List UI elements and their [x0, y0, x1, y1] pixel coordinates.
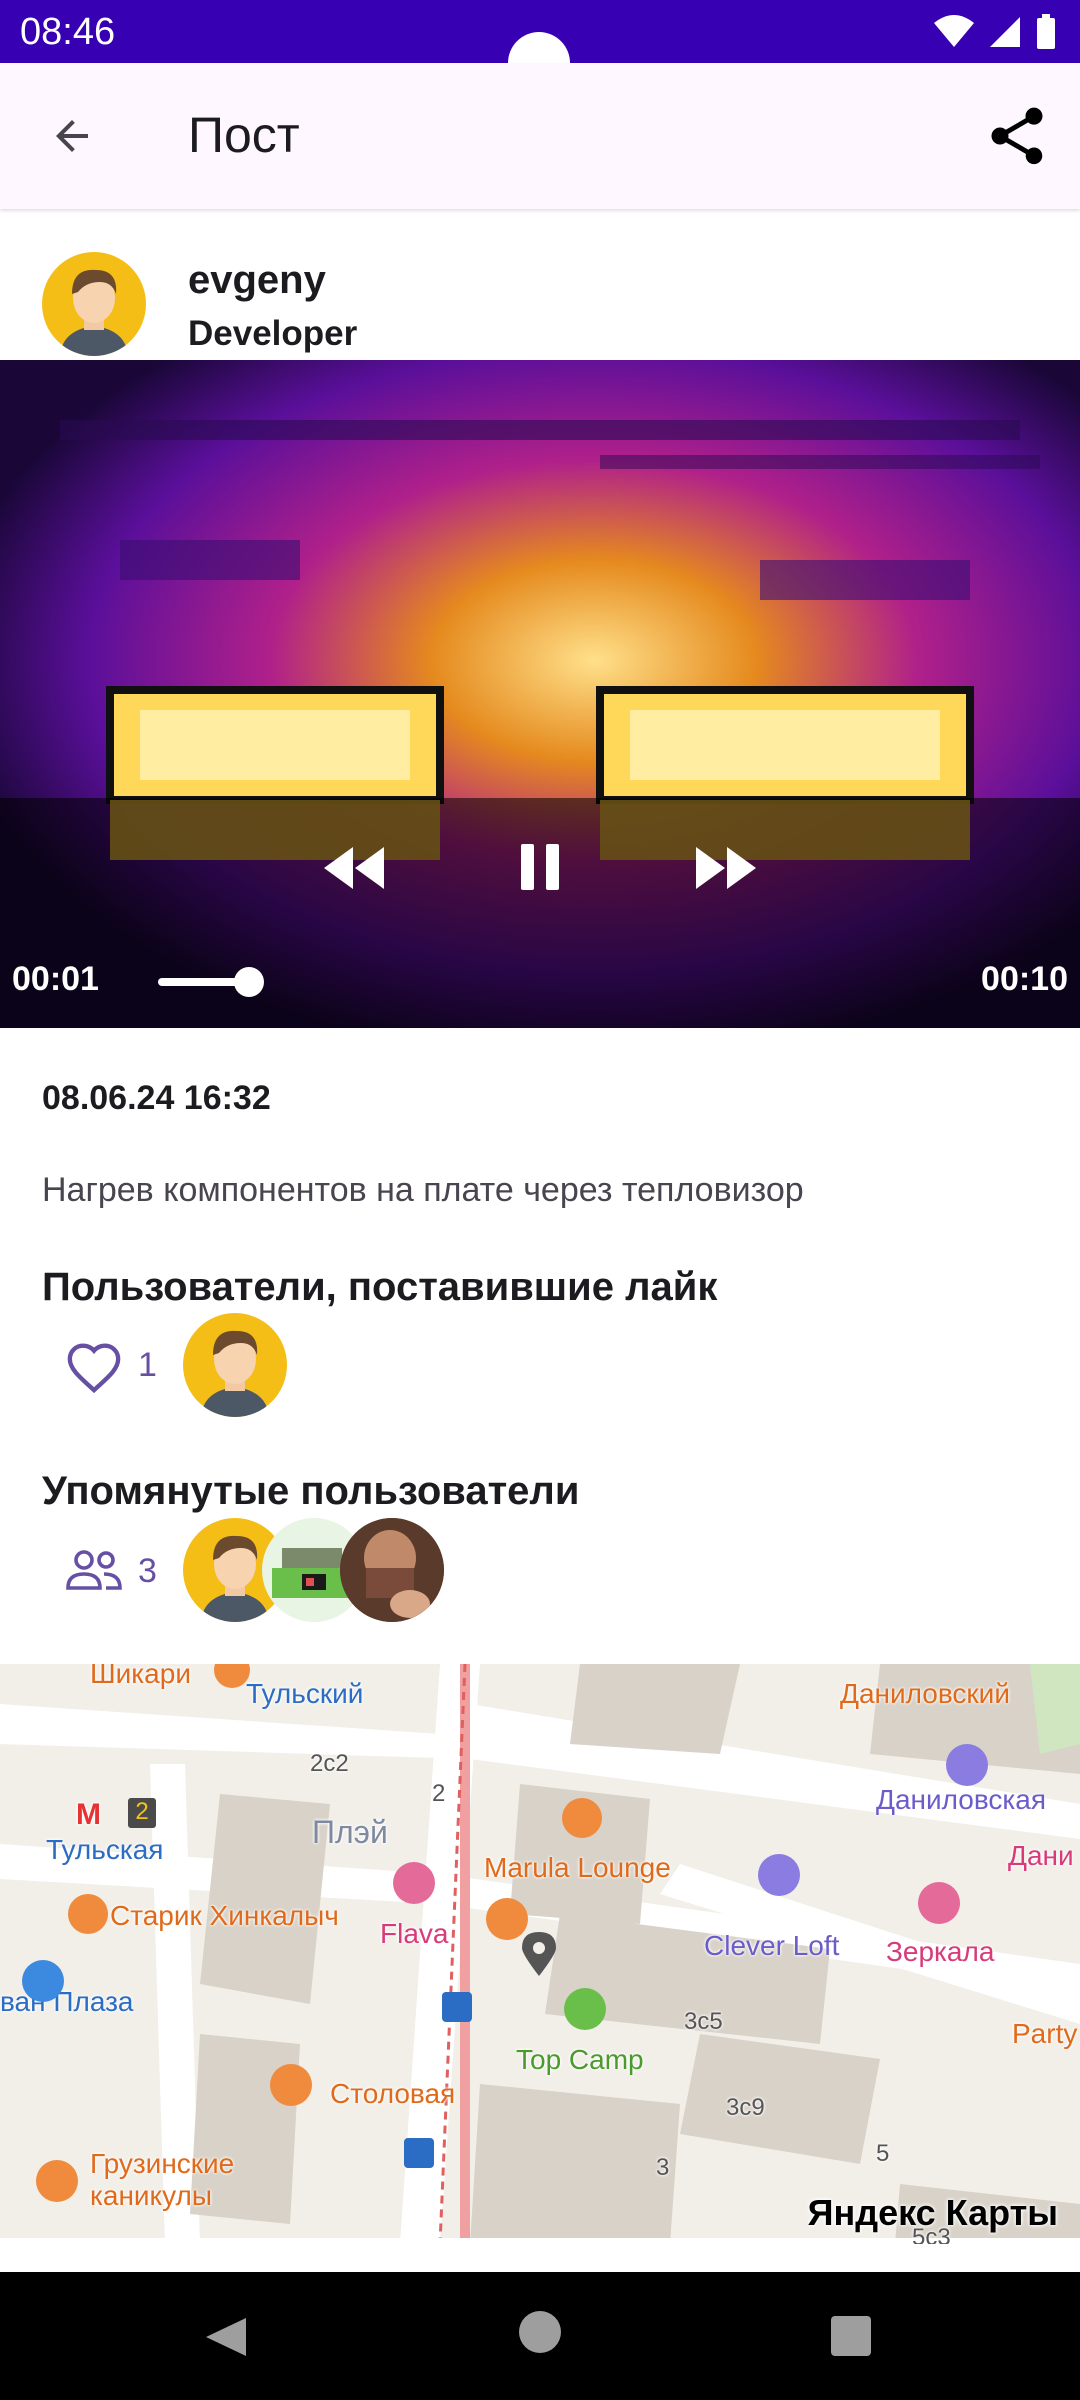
map-label: Столовая [330, 2078, 456, 2109]
battery-icon [1037, 14, 1055, 49]
pause-icon [521, 844, 559, 890]
map-label: Top Camp [516, 2044, 644, 2075]
page-title: Пост [188, 107, 300, 163]
share-icon [991, 107, 1043, 165]
fast-forward-icon [696, 847, 756, 889]
nav-recents-icon[interactable] [831, 2316, 871, 2356]
pause-button[interactable] [505, 830, 575, 904]
map-label: ван Плаза [0, 1986, 134, 2017]
share-button[interactable] [980, 99, 1054, 173]
avatar-warrior-icon [340, 1518, 444, 1622]
map-label: 3с9 [726, 2094, 765, 2121]
hotel-pin-icon[interactable] [946, 1744, 988, 1786]
map-label: 3 [656, 2154, 670, 2181]
status-time: 08:46 [20, 11, 116, 53]
seek-bar[interactable] [158, 967, 268, 997]
map-label: Flava [380, 1918, 449, 1949]
location-pin-icon [522, 1932, 556, 1976]
map-label: 2 [432, 1780, 446, 1807]
video-player[interactable]: 00:01 00:10 [0, 360, 1080, 1028]
mentioned-heading: Упомянутые пользователи [42, 1469, 580, 1513]
map-label: Дани [1008, 1840, 1074, 1871]
metro-line-badge: 2 [128, 1798, 156, 1828]
map-label: Зеркала [886, 1936, 995, 1967]
nav-home-icon[interactable] [519, 2311, 561, 2353]
map-label: 5 [876, 2140, 890, 2167]
author-name: evgeny [188, 258, 326, 302]
wifi-icon [934, 15, 974, 47]
mentioned-users-icon-wrap[interactable] [62, 1540, 126, 1600]
map-view[interactable]: Шикари Тульский Даниловский 2с2 2 М 2 Ту… [0, 1664, 1080, 2244]
location-pin-icon[interactable] [522, 1932, 556, 1976]
map-label: каникулы [90, 2180, 212, 2211]
author-avatar [42, 252, 146, 356]
avatar-man-icon [201, 1330, 269, 1417]
place-pin-icon[interactable] [758, 1854, 800, 1896]
transport-stop-icon[interactable] [404, 2138, 434, 2168]
map-label: Тульский [246, 1678, 364, 1709]
mentioned-avatar[interactable] [340, 1518, 444, 1622]
cafe-pin-icon[interactable] [270, 2064, 312, 2106]
avatar-man-icon [60, 269, 128, 356]
map-label: Даниловская [876, 1784, 1047, 1815]
like-button[interactable] [62, 1336, 126, 1396]
liker-avatar[interactable] [183, 1313, 287, 1417]
mentioned-count: 3 [138, 1552, 157, 1590]
status-icons [934, 12, 1056, 52]
metro-icon: М [76, 1798, 101, 1831]
likers-heading: Пользователи, поставившие лайк [42, 1265, 718, 1309]
video-position: 00:01 [12, 960, 99, 998]
map-label: 3с5 [684, 2008, 723, 2035]
beauty-pin-icon[interactable] [918, 1882, 960, 1924]
signal-icon [990, 17, 1020, 47]
top-app-bar: Пост [0, 63, 1080, 209]
beauty-pin-icon[interactable] [393, 1862, 435, 1904]
shop-pin-icon[interactable] [22, 1960, 64, 2002]
sport-pin-icon[interactable] [564, 1988, 606, 2030]
map-label: Party [1012, 2018, 1078, 2049]
map-label: Старик Хинкалыч [110, 1900, 339, 1931]
people-outline-icon [66, 1550, 122, 1590]
post-date: 08.06.24 16:32 [42, 1079, 271, 1117]
bar-pin-icon[interactable] [562, 1798, 602, 1838]
fast-forward-button[interactable] [692, 838, 762, 898]
restaurant-pin-icon[interactable] [36, 2160, 78, 2202]
map-label: Marula Lounge [484, 1852, 671, 1883]
map-label: Даниловский [840, 1678, 1010, 1709]
rewind-button[interactable] [318, 838, 388, 898]
nav-back-icon[interactable] [200, 2316, 250, 2358]
seek-bar-thumb[interactable] [234, 967, 264, 997]
map-label: Плэй [312, 1814, 388, 1850]
map-logo: Яндекс Карты [807, 2192, 1058, 2233]
arrow-back-icon [56, 120, 88, 152]
rewind-icon [324, 847, 384, 889]
map-label: 2с2 [310, 1750, 349, 1777]
back-button[interactable] [36, 100, 108, 172]
map-label: Clever Loft [704, 1930, 840, 1961]
transport-stop-icon[interactable] [442, 1992, 472, 2022]
author-job: Developer [188, 314, 358, 353]
video-duration: 00:10 [981, 960, 1068, 998]
restaurant-pin-icon[interactable] [68, 1894, 108, 1934]
like-count: 1 [138, 1346, 157, 1384]
post-content: Нагрев компонентов на плате через теплов… [42, 1171, 804, 1209]
heart-outline-icon [67, 1343, 121, 1393]
map-label: Шикари [90, 1664, 191, 1689]
map-label: Грузинские [90, 2148, 235, 2179]
status-bar: 08:46 [0, 0, 1080, 94]
map-label: Тульская [46, 1834, 164, 1865]
